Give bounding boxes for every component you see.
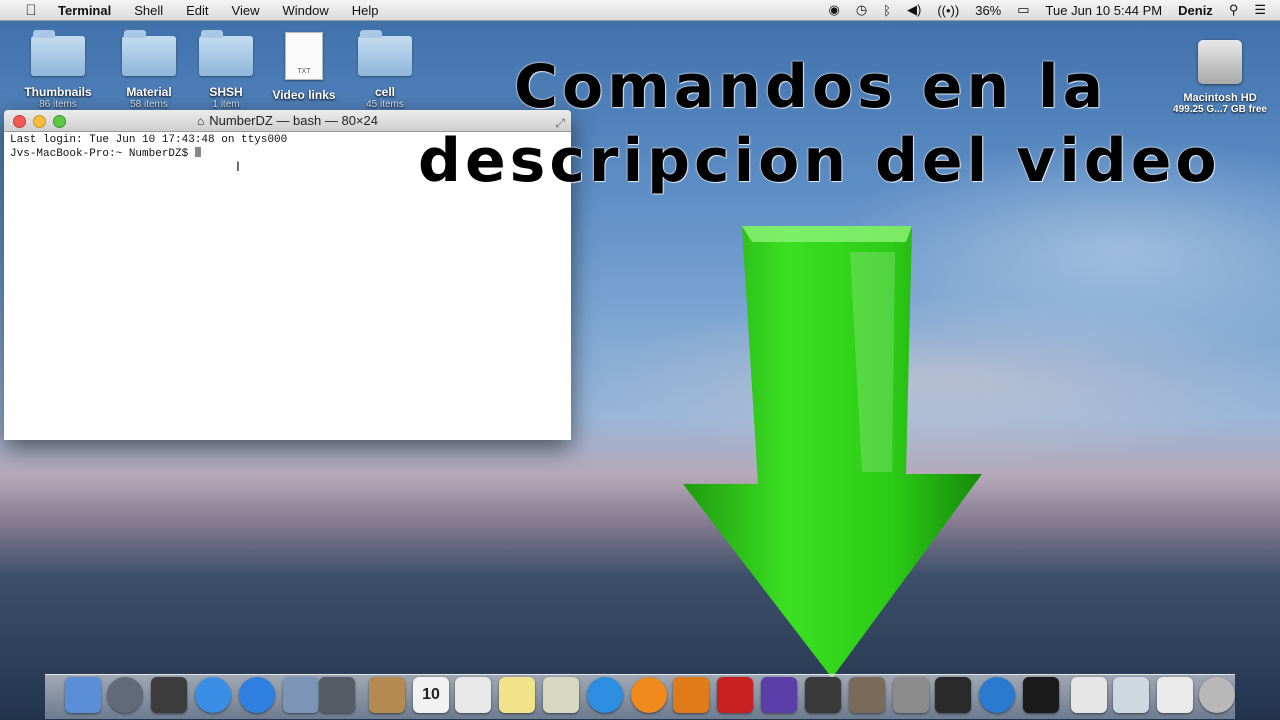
image-capture-icon[interactable]: [849, 677, 885, 713]
calendar-date-label: 10: [422, 686, 440, 703]
launchpad-icon[interactable]: [107, 677, 143, 713]
audacity-icon[interactable]: [673, 677, 709, 713]
trash-icon[interactable]: [1199, 677, 1235, 713]
notes-icon[interactable]: [499, 677, 535, 713]
contacts-icon[interactable]: [369, 677, 405, 713]
icon-label: cell: [374, 85, 395, 99]
itunes-icon[interactable]: [587, 677, 623, 713]
ibeam-cursor-icon: I: [236, 158, 240, 174]
bluetooth-icon[interactable]: ᛒ: [883, 3, 891, 18]
icon-label: SHSH: [209, 85, 243, 99]
menu-app-terminal[interactable]: Terminal: [58, 3, 111, 18]
notification-center-icon[interactable]: ☰: [1254, 2, 1266, 18]
desktop-folder-cell[interactable]: cell 45 items: [340, 30, 430, 110]
imovie-icon[interactable]: [761, 677, 797, 713]
home-icon: ⌂: [197, 114, 205, 128]
preview-icon[interactable]: [283, 677, 319, 713]
activity-monitor-icon[interactable]: [935, 677, 971, 713]
photo-booth-icon[interactable]: [717, 677, 753, 713]
icon-sublabel: 45 items: [366, 99, 404, 110]
text-document-icon: TXT: [285, 32, 323, 80]
folder-icon: [122, 30, 176, 76]
icon-label: Video links: [272, 88, 336, 102]
record-icon[interactable]: ◉: [829, 2, 840, 18]
quicktime-icon[interactable]: [979, 677, 1015, 713]
spotlight-icon[interactable]: ⚲: [1229, 2, 1239, 18]
menu-bar:  Terminal Shell Edit View Window Help ◉…: [0, 0, 1280, 21]
menu-shell[interactable]: Shell: [134, 3, 163, 18]
overlay-text-line2: descripcion del video: [418, 126, 1221, 196]
menu-edit[interactable]: Edit: [186, 3, 208, 18]
icon-sublabel: 86 items: [39, 99, 77, 110]
overlay-text-line1: Comandos en la: [514, 52, 1108, 122]
reminders-icon[interactable]: [455, 677, 491, 713]
ibooks-icon[interactable]: [631, 677, 667, 713]
time-machine-icon[interactable]: ◷: [856, 2, 867, 18]
calendar-icon[interactable]: 10: [413, 677, 449, 713]
apple-menu-icon[interactable]: : [22, 2, 40, 19]
battery-percent[interactable]: 36%: [975, 3, 1001, 18]
user-menu[interactable]: Deniz: [1178, 3, 1213, 18]
finder-icon[interactable]: [65, 677, 101, 713]
final-cut-icon[interactable]: [805, 677, 841, 713]
clock[interactable]: Tue Jun 10 5:44 PM: [1046, 3, 1163, 18]
folder-icon: [199, 30, 253, 76]
documents-stack-icon[interactable]: [1071, 677, 1107, 713]
folder-icon: [358, 30, 412, 76]
desktop-file-video-links[interactable]: TXT Video links: [259, 32, 349, 102]
system-preferences-icon[interactable]: [893, 677, 929, 713]
terminal-prompt: Jvs-MacBook-Pro:~ NumberDZ$: [10, 148, 195, 160]
volume-icon[interactable]: ◀): [907, 2, 921, 18]
status-area: ◉ ◷ ᛒ ◀) ((•)) 36% ▭ Tue Jun 10 5:44 PM …: [829, 0, 1266, 20]
menu-help[interactable]: Help: [352, 3, 379, 18]
drive-sublabel: 499.25 G...7 GB free: [1173, 104, 1267, 115]
window-title: NumberDZ — bash — 80×24: [209, 113, 378, 128]
down-arrow-icon: [683, 226, 982, 678]
terminal-icon[interactable]: [1023, 677, 1059, 713]
image-stack-icon[interactable]: [1113, 677, 1149, 713]
photos-icon[interactable]: [543, 677, 579, 713]
text-cursor: [194, 147, 201, 157]
drive-label: Macintosh HD: [1183, 92, 1257, 104]
menu-view[interactable]: View: [232, 3, 260, 18]
menu-window[interactable]: Window: [283, 3, 329, 18]
facetime-icon[interactable]: [319, 677, 355, 713]
downloads-stack-icon[interactable]: [1157, 677, 1193, 713]
desktop-folder-shsh[interactable]: SHSH 1 item: [181, 30, 271, 110]
dock: 10: [45, 674, 1235, 719]
mission-control-icon[interactable]: [151, 677, 187, 713]
desktop-folder-thumbnails[interactable]: Thumbnails 86 items: [13, 30, 103, 110]
icon-label: Thumbnails: [24, 85, 92, 99]
app-store-icon[interactable]: [239, 677, 275, 713]
icon-sublabel: 1 item: [212, 99, 240, 110]
zoom-button[interactable]: [53, 115, 66, 128]
safari-icon[interactable]: [195, 677, 231, 713]
wifi-icon[interactable]: ((•)): [937, 3, 959, 18]
desktop-drive-macintosh-hd[interactable]: Macintosh HD 499.25 G...7 GB free: [1165, 40, 1275, 115]
hard-drive-icon: [1198, 40, 1242, 84]
battery-icon[interactable]: ▭: [1017, 2, 1029, 18]
folder-icon: [31, 30, 85, 76]
close-button[interactable]: [13, 115, 26, 128]
minimize-button[interactable]: [33, 115, 46, 128]
